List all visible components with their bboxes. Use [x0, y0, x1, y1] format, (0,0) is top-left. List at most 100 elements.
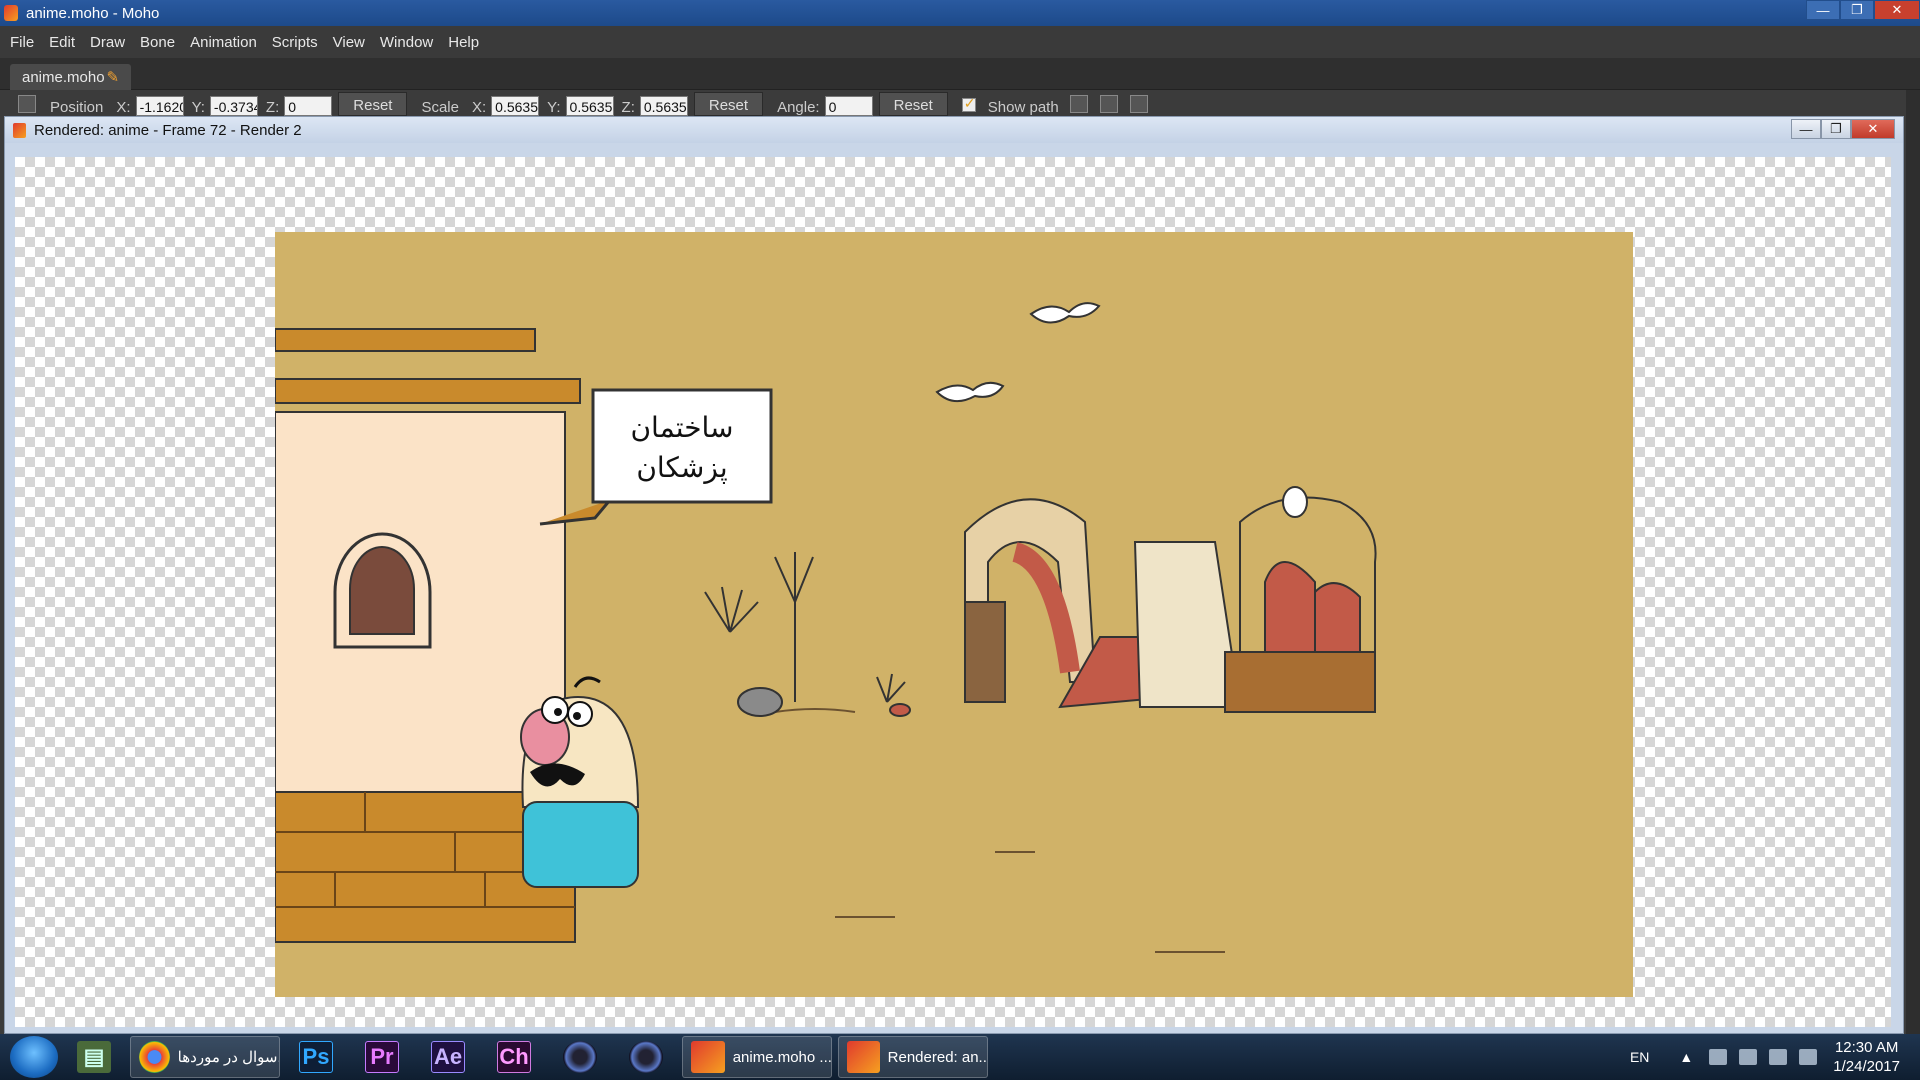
- angle-field[interactable]: 0: [824, 96, 873, 116]
- hanging-sign: ساختمان پزشکان: [539, 388, 773, 526]
- taskbar-file-manager[interactable]: ▤: [64, 1036, 124, 1078]
- render-maximize-button[interactable]: ❐: [1821, 119, 1851, 139]
- taskbar-chrome[interactable]: سوال در موردها...: [130, 1036, 280, 1078]
- minimize-button[interactable]: —: [1806, 0, 1840, 20]
- menu-help[interactable]: Help: [446, 32, 481, 53]
- document-tab-bar: anime.moho ✎: [0, 58, 1920, 90]
- moho-icon: [691, 1041, 725, 1073]
- menu-bone[interactable]: Bone: [138, 32, 177, 53]
- bird-2: [935, 381, 1005, 403]
- rendered-frame: ساختمان پزشکان: [274, 232, 1633, 997]
- angle-reset-button[interactable]: Reset: [878, 92, 948, 116]
- maximize-button[interactable]: ❐: [1840, 0, 1874, 20]
- windows-taskbar: ▤ سوال در موردها... Ps Pr Ae Ch anime.mo…: [0, 1034, 1920, 1080]
- menu-edit[interactable]: Edit: [47, 32, 77, 53]
- bird-1: [1029, 302, 1101, 324]
- tool-options-bar: Position X: -1.1620 Y: -0.3734 Z: 0 Rese…: [0, 90, 1920, 116]
- layer-icon[interactable]: [1069, 95, 1088, 113]
- position-y-field[interactable]: -0.3734: [209, 96, 258, 116]
- cinema4d-icon: [629, 1041, 663, 1073]
- clock-date: 1/24/2017: [1833, 1058, 1900, 1075]
- scale-x-field[interactable]: 0.5635: [491, 96, 540, 116]
- arched-window: [333, 532, 432, 649]
- character: [520, 676, 640, 888]
- clock-time: 12:30 AM: [1834, 1039, 1899, 1056]
- render-window-titlebar: Rendered: anime - Frame 72 - Render 2 — …: [5, 117, 1903, 143]
- scale-z-label: Z:: [621, 99, 635, 116]
- taskbar-character-animator[interactable]: Ch: [484, 1036, 544, 1078]
- volume-icon[interactable]: [1799, 1049, 1818, 1065]
- moho-app-icon: [4, 5, 18, 21]
- scale-reset-button[interactable]: Reset: [693, 92, 764, 116]
- menu-bar: File Edit Draw Bone Animation Scripts Vi…: [0, 26, 1920, 58]
- position-z-field[interactable]: 0: [284, 96, 333, 116]
- transform-tool-icon: [18, 95, 36, 113]
- scale-y-label: Y:: [547, 99, 561, 116]
- taskbar-photoshop[interactable]: Ps: [286, 1036, 346, 1078]
- tray-expand-icon[interactable]: ▲: [1679, 1049, 1693, 1065]
- bone-options-icon[interactable]: [1129, 95, 1148, 113]
- taskbar-premiere[interactable]: Pr: [352, 1036, 412, 1078]
- position-z-label: Z:: [265, 99, 280, 116]
- clock[interactable]: 12:30 AM 1/24/2017: [1833, 1038, 1900, 1076]
- taskbar-cinema4d-1[interactable]: [550, 1036, 610, 1078]
- menu-window[interactable]: Window: [378, 32, 435, 53]
- ruins: [964, 486, 1377, 713]
- position-x-field[interactable]: -1.1620: [135, 96, 184, 116]
- scale-y-field[interactable]: 0.5635: [565, 96, 614, 116]
- signal-icon[interactable]: [1769, 1049, 1788, 1065]
- render-window-title: Rendered: anime - Frame 72 - Render 2: [34, 121, 302, 139]
- scale-z-field[interactable]: 0.5635: [639, 96, 688, 116]
- usb-icon[interactable]: [1739, 1049, 1758, 1065]
- taskbar-moho-main[interactable]: anime.moho ...: [682, 1036, 832, 1078]
- window-controls: — ❐ ✕: [1806, 0, 1920, 20]
- position-y-label: Y:: [191, 99, 205, 116]
- menu-draw[interactable]: Draw: [88, 32, 127, 53]
- position-reset-button[interactable]: Reset: [338, 92, 408, 116]
- layer-copy-icon[interactable]: [1099, 95, 1118, 113]
- taskbar-after-effects[interactable]: Ae: [418, 1036, 478, 1078]
- taskbar-cinema4d-2[interactable]: [616, 1036, 676, 1078]
- tab-anime-moho[interactable]: anime.moho ✎: [10, 64, 132, 90]
- character-animator-icon: Ch: [497, 1041, 531, 1073]
- render-close-button[interactable]: ✕: [1851, 119, 1895, 139]
- moho-main-label: anime.moho ...: [732, 1048, 831, 1066]
- transparency-canvas: ساختمان پزشکان: [15, 157, 1891, 1027]
- chrome-icon: [139, 1041, 170, 1073]
- photoshop-icon: Ps: [299, 1041, 333, 1073]
- close-button[interactable]: ✕: [1874, 0, 1920, 20]
- right-panel-edge: [1906, 90, 1920, 1034]
- show-path-checkbox[interactable]: [961, 95, 976, 112]
- show-path-label: Show path: [987, 99, 1059, 116]
- menu-animation[interactable]: Animation: [188, 32, 259, 53]
- modified-icon: ✎: [106, 69, 120, 86]
- sign-text-line2: پزشکان: [636, 451, 727, 484]
- cinema4d-icon: [563, 1041, 597, 1073]
- menu-file[interactable]: File: [8, 32, 36, 53]
- window-title: anime.moho - Moho: [26, 4, 160, 22]
- tab-label: anime.moho: [22, 69, 105, 86]
- moho-app-icon: [13, 122, 26, 138]
- moho-icon: [847, 1041, 880, 1073]
- scene-illustration: ساختمان پزشکان: [274, 302, 1377, 953]
- render-window-controls: — ❐ ✕: [1791, 119, 1895, 139]
- render-minimize-button[interactable]: —: [1791, 119, 1821, 139]
- network-adapter-icon[interactable]: [1709, 1049, 1728, 1065]
- file-manager-icon: ▤: [77, 1041, 111, 1073]
- after-effects-icon: Ae: [431, 1041, 465, 1073]
- moho-render-label: Rendered: an...: [887, 1048, 987, 1066]
- system-tray: EN ▲ 12:30 AM 1/24/2017: [1630, 1034, 1920, 1080]
- language-indicator[interactable]: EN: [1630, 1049, 1649, 1065]
- menu-view[interactable]: View: [331, 32, 367, 53]
- main-titlebar: anime.moho - Moho — ❐ ✕: [0, 0, 1920, 26]
- desert-plants: [704, 552, 911, 717]
- scale-x-label: X:: [471, 99, 487, 116]
- start-button[interactable]: [10, 1036, 58, 1078]
- scale-label: Scale: [421, 99, 459, 116]
- taskbar-moho-render[interactable]: Rendered: an...: [838, 1036, 988, 1078]
- render-window: Rendered: anime - Frame 72 - Render 2 — …: [4, 116, 1904, 1034]
- position-x-label: X:: [116, 99, 131, 116]
- angle-label: Angle:: [777, 99, 820, 116]
- sign-text-line1: ساختمان: [630, 411, 733, 444]
- menu-scripts[interactable]: Scripts: [270, 32, 320, 53]
